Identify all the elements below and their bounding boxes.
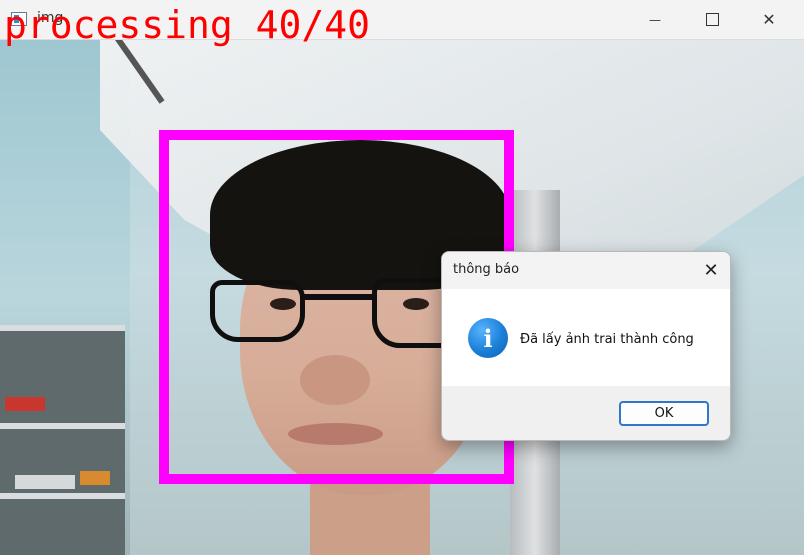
dialog-body: i Đã lấy ảnh trai thành công — [442, 289, 730, 386]
close-icon: ✕ — [762, 10, 776, 29]
message-dialog: thông báo ✕ i Đã lấy ảnh trai thành công… — [441, 251, 731, 441]
maximize-icon — [705, 13, 719, 26]
minimize-button[interactable]: — — [632, 0, 678, 39]
minimize-icon: — — [649, 12, 661, 27]
maximize-button[interactable] — [689, 0, 735, 39]
close-button[interactable]: ✕ — [746, 0, 792, 39]
info-icon: i — [468, 318, 508, 358]
dialog-message: Đã lấy ảnh trai thành công — [520, 332, 694, 347]
dialog-titlebar: thông báo ✕ — [442, 252, 730, 289]
ok-button[interactable]: OK — [619, 401, 709, 426]
shelf — [0, 325, 125, 555]
close-icon: ✕ — [703, 260, 719, 281]
dialog-close-button[interactable]: ✕ — [692, 252, 730, 289]
processing-status-text: processing 40/40 — [4, 3, 371, 47]
dialog-title: thông báo — [453, 262, 520, 277]
